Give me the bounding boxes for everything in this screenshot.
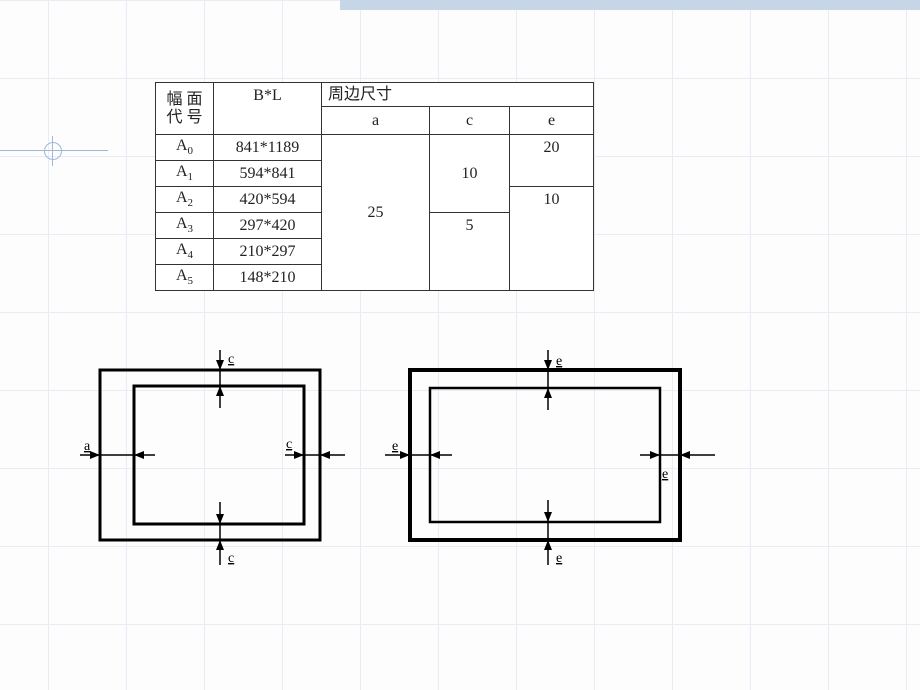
header-bl: B*L — [214, 83, 322, 135]
origin-marker — [44, 142, 68, 166]
header-e: e — [510, 107, 594, 135]
cell-bl: 841*1189 — [214, 135, 322, 161]
cell-c-top: 10 — [430, 135, 510, 213]
cell-bl: 210*297 — [214, 239, 322, 265]
header-code: 幅 面 代 号 — [156, 83, 214, 135]
cell-code: A1 — [156, 161, 214, 187]
cell-bl: 148*210 — [214, 265, 322, 291]
table-row: A0 841*1189 25 10 20 — [156, 135, 594, 161]
header-c: c — [430, 107, 510, 135]
label-e: e — [556, 354, 562, 369]
header-border: 周边尺寸 — [322, 83, 594, 107]
cell-bl: 297*420 — [214, 213, 322, 239]
cell-code: A5 — [156, 265, 214, 291]
label-c: c — [228, 551, 234, 566]
diagram-right: e e e e — [385, 350, 715, 566]
cell-bl: 420*594 — [214, 187, 322, 213]
cell-code: A0 — [156, 135, 214, 161]
cell-code: A2 — [156, 187, 214, 213]
header-a: a — [322, 107, 430, 135]
label-a: a — [84, 439, 91, 454]
label-c: c — [228, 352, 234, 367]
cell-c-bottom: 5 — [430, 213, 510, 291]
cell-code: A4 — [156, 239, 214, 265]
cell-e-top: 20 — [510, 135, 594, 187]
label-e: e — [392, 439, 398, 454]
label-e: e — [556, 551, 562, 566]
diagram-left: c c a c — [80, 350, 345, 566]
frame-diagrams: c c a c e e e — [80, 340, 800, 600]
label-e: e — [662, 467, 668, 482]
cell-code: A3 — [156, 213, 214, 239]
cell-bl: 594*841 — [214, 161, 322, 187]
top-shadow-bar — [340, 0, 920, 10]
label-c: c — [286, 437, 292, 452]
cell-e-bottom: 10 — [510, 187, 594, 291]
cell-a-value: 25 — [322, 135, 430, 291]
format-size-table: 幅 面 代 号 B*L 周边尺寸 a c e A0 841*1189 25 10… — [155, 82, 594, 291]
